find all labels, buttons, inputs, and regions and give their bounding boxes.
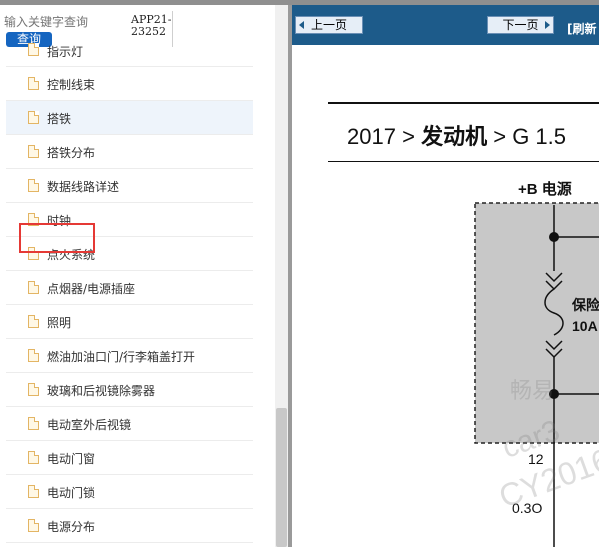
- tree-item[interactable]: 照明: [6, 305, 253, 339]
- tree-item-label: 燃油加油口门/行李箱盖打开: [47, 350, 196, 364]
- document-icon: [28, 179, 39, 192]
- document-icon: [28, 145, 39, 158]
- tree-item-label: 控制线束: [47, 78, 96, 92]
- document-icon: [28, 417, 39, 430]
- tree-item-label: 搭铁分布: [47, 146, 96, 160]
- document-icon: [28, 519, 39, 532]
- tree-item[interactable]: 控制线束: [6, 67, 253, 101]
- tree-item[interactable]: 电动门窗: [6, 441, 253, 475]
- tree-item[interactable]: 电动门锁: [6, 475, 253, 509]
- tree-item[interactable]: 玻璃和后视镜除雾器: [6, 373, 253, 407]
- document-icon: [28, 485, 39, 498]
- tree-item[interactable]: 指示灯: [6, 43, 253, 67]
- junction-dot: [549, 232, 559, 242]
- app-code: APP21- 23252: [131, 14, 171, 38]
- document-icon: [28, 315, 39, 328]
- document-icon: [28, 43, 39, 56]
- fuse-label: 保险: [571, 297, 599, 313]
- tree-item-selected[interactable]: 搭铁: [6, 101, 253, 135]
- tree-item[interactable]: 点烟器/电源插座: [6, 271, 253, 305]
- tree-item[interactable]: 电动室外后视镜: [6, 407, 253, 441]
- document-tree: 指示灯 控制线束 搭铁 搭铁分布 数据线路详述 时钟 点火系统 点烟器/电源插座…: [6, 43, 253, 543]
- tree-item-label: 电动门窗: [47, 452, 96, 466]
- document-icon: [28, 451, 39, 464]
- tree-item[interactable]: 数据线路详述: [6, 169, 253, 203]
- document-icon: [28, 349, 39, 362]
- diagram-title: +B 电源: [518, 180, 572, 198]
- tree-item-label: 点烟器/电源插座: [47, 282, 136, 296]
- app-code-line2: 23252: [131, 25, 166, 38]
- tree-item-label: 玻璃和后视镜除雾器: [47, 384, 156, 398]
- tree-item[interactable]: 电源分布: [6, 509, 253, 543]
- document-icon: [28, 111, 39, 124]
- tree-item-label: 指示灯: [47, 45, 84, 59]
- search-row: 查询 APP21- 23252: [0, 5, 275, 49]
- tree-item-label: 数据线路详述: [47, 180, 120, 194]
- tree-item-label: 搭铁: [47, 112, 72, 126]
- tree-item-label: 电动室外后视镜: [47, 418, 132, 432]
- left-pane: 查询 APP21- 23252 指示灯 控制线束 搭铁 搭铁分布 数据线路详述 …: [0, 5, 275, 547]
- tree-item-label: 照明: [47, 316, 72, 330]
- document-icon: [28, 77, 39, 90]
- document-icon: [28, 383, 39, 396]
- search-input[interactable]: [4, 13, 96, 31]
- fuse-rating: 10A: [572, 318, 598, 334]
- tree-item-label: 电动门锁: [47, 486, 96, 500]
- tree-item[interactable]: 燃油加油口门/行李箱盖打开: [6, 339, 253, 373]
- document-viewer: 上一页 下一页 [刷新 2017 > 发动机 > G 1.5 +B 电源 保险 …: [292, 5, 599, 547]
- header-separator: [172, 11, 173, 47]
- tree-item-label: 电源分布: [47, 520, 96, 534]
- tree-item[interactable]: 搭铁分布: [6, 135, 253, 169]
- left-scrollbar-thumb[interactable]: [276, 408, 287, 547]
- document-icon: [28, 281, 39, 294]
- watermark-text: 畅易: [510, 378, 555, 403]
- highlight-box: [19, 223, 95, 253]
